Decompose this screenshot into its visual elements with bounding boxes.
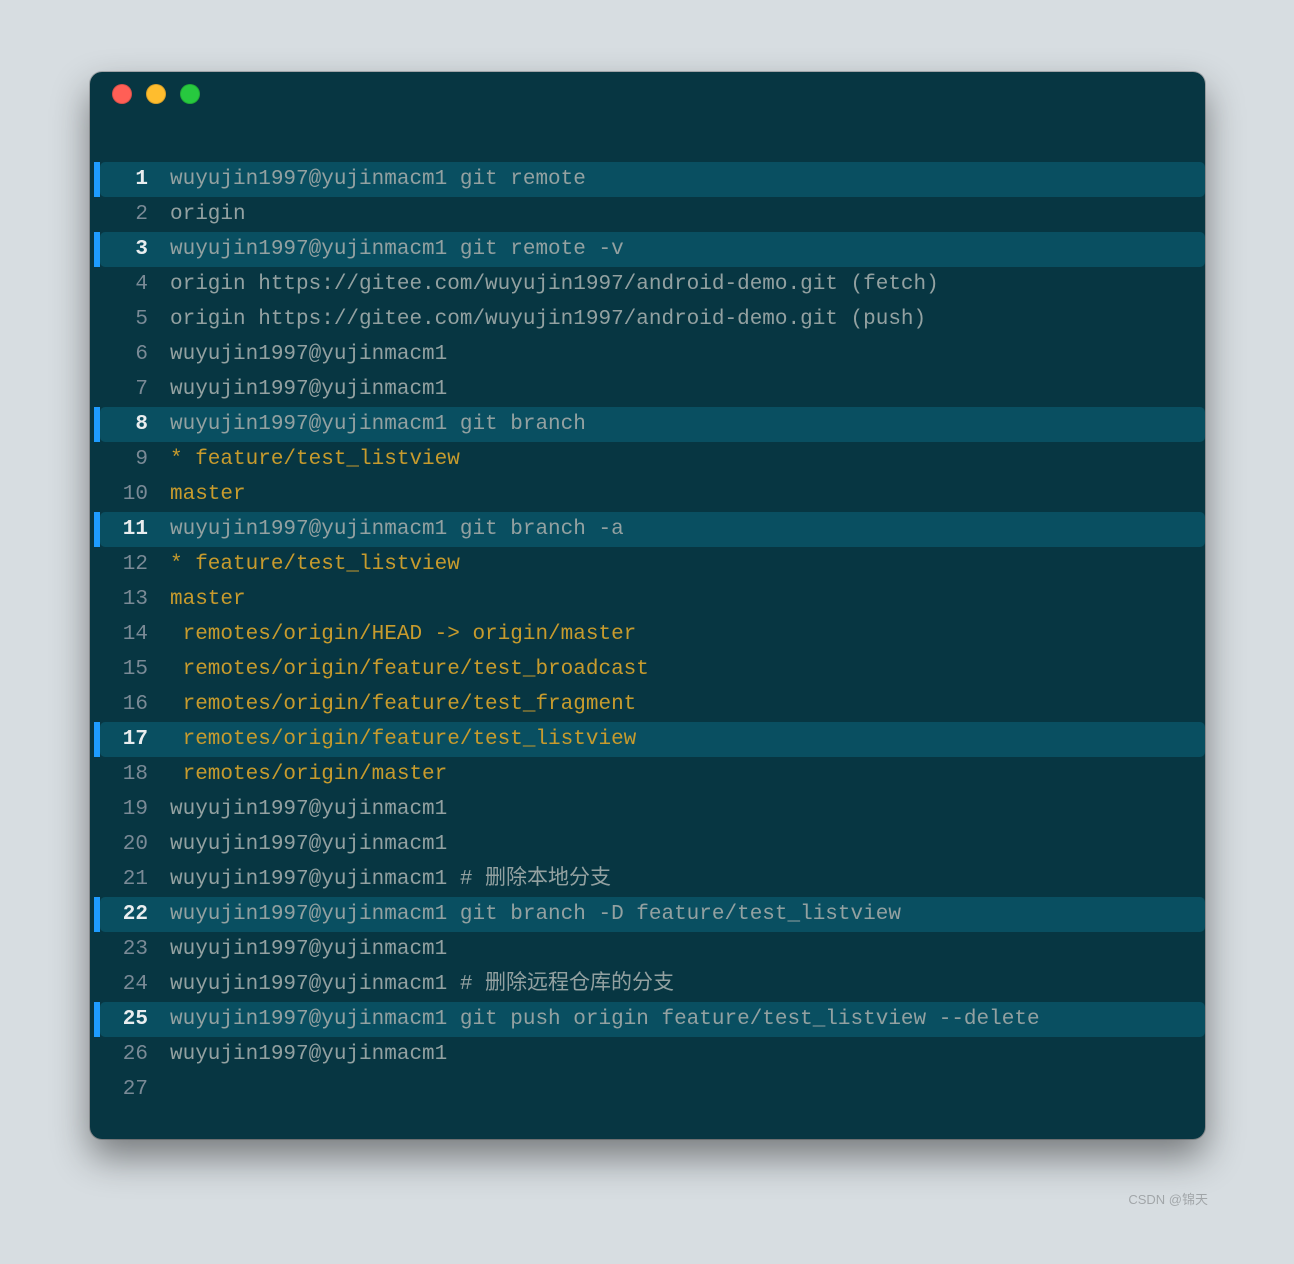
line-text: wuyujin1997@yujinmacm1 [170,1037,1205,1072]
line-number: 10 [100,477,156,512]
code-line[interactable]: 25 wuyujin1997@yujinmacm1 git push origin… [90,1002,1205,1037]
line-text: master [170,582,1205,617]
line-number: 16 [100,687,156,722]
line-text: origin https://gitee.com/wuyujin1997/and… [170,302,1205,337]
watermark: CSDN @锦天 [1128,1189,1208,1208]
line-number: 13 [100,582,156,617]
line-number: 14 [100,617,156,652]
code-line[interactable]: 2 origin [90,197,1205,232]
code-line[interactable]: 13 master [90,582,1205,617]
code-line[interactable]: 27 [90,1072,1205,1107]
code-line[interactable]: 12 * feature/test_listview [90,547,1205,582]
code-line[interactable]: 11 wuyujin1997@yujinmacm1 git branch -a [90,512,1205,547]
code-line[interactable]: 19 wuyujin1997@yujinmacm1 [90,792,1205,827]
line-number: 1 [100,162,156,197]
code-line[interactable]: 23 wuyujin1997@yujinmacm1 [90,932,1205,967]
titlebar [90,72,1205,116]
line-number: 27 [100,1072,156,1107]
code-line[interactable]: 9 * feature/test_listview [90,442,1205,477]
code-line[interactable]: 14 remotes/origin/HEAD -> origin/master [90,617,1205,652]
line-number: 8 [100,407,156,442]
line-number: 25 [100,1002,156,1037]
line-text: wuyujin1997@yujinmacm1 [170,827,1205,862]
window-close-button[interactable] [112,84,132,104]
line-number: 15 [100,652,156,687]
line-number: 11 [100,512,156,547]
line-text: wuyujin1997@yujinmacm1 [170,932,1205,967]
line-text: origin [170,197,1205,232]
code-line[interactable]: 24 wuyujin1997@yujinmacm1 # 删除远程仓库的分支 [90,967,1205,1002]
code-line[interactable]: 3 wuyujin1997@yujinmacm1 git remote -v [90,232,1205,267]
line-text: master [170,477,1205,512]
line-number: 4 [100,267,156,302]
line-number: 18 [100,757,156,792]
terminal-window: 1 wuyujin1997@yujinmacm1 git remote 2 origi… [90,72,1205,1139]
code-line[interactable]: 18 remotes/origin/master [90,757,1205,792]
line-number: 24 [100,967,156,1002]
line-text: wuyujin1997@yujinmacm1 git remote [170,162,1205,197]
line-text: * feature/test_listview [170,547,1205,582]
code-line[interactable]: 22 wuyujin1997@yujinmacm1 git branch -D f… [90,897,1205,932]
line-number: 20 [100,827,156,862]
line-number: 17 [100,722,156,757]
line-text: * feature/test_listview [170,442,1205,477]
code-line[interactable]: 15 remotes/origin/feature/test_broadcast [90,652,1205,687]
line-text: wuyujin1997@yujinmacm1 [170,337,1205,372]
line-number: 21 [100,862,156,897]
line-number: 12 [100,547,156,582]
window-minimize-button[interactable] [146,84,166,104]
line-number: 5 [100,302,156,337]
line-number: 9 [100,442,156,477]
line-text: remotes/origin/feature/test_fragment [170,687,1205,722]
code-line[interactable]: 21 wuyujin1997@yujinmacm1 # 删除本地分支 [90,862,1205,897]
code-line[interactable]: 5 origin https://gitee.com/wuyujin1997/an… [90,302,1205,337]
line-text [170,1072,1205,1107]
line-text: wuyujin1997@yujinmacm1 [170,792,1205,827]
line-number: 22 [100,897,156,932]
line-text: wuyujin1997@yujinmacm1 git remote -v [170,232,1205,267]
window-zoom-button[interactable] [180,84,200,104]
line-number: 6 [100,337,156,372]
code-line[interactable]: 4 origin https://gitee.com/wuyujin1997/an… [90,267,1205,302]
line-number: 2 [100,197,156,232]
code-line[interactable]: 1 wuyujin1997@yujinmacm1 git remote [90,162,1205,197]
line-text: remotes/origin/master [170,757,1205,792]
code-line[interactable]: 17 remotes/origin/feature/test_listview [90,722,1205,757]
code-line[interactable]: 10 master [90,477,1205,512]
line-text: wuyujin1997@yujinmacm1 # 删除远程仓库的分支 [170,967,1205,1002]
code-line[interactable]: 26 wuyujin1997@yujinmacm1 [90,1037,1205,1072]
line-number: 7 [100,372,156,407]
line-text: origin https://gitee.com/wuyujin1997/and… [170,267,1205,302]
line-text: remotes/origin/feature/test_broadcast [170,652,1205,687]
code-line[interactable]: 16 remotes/origin/feature/test_fragment [90,687,1205,722]
line-number: 3 [100,232,156,267]
line-text: remotes/origin/HEAD -> origin/master [170,617,1205,652]
line-number: 19 [100,792,156,827]
line-number: 23 [100,932,156,967]
line-text: wuyujin1997@yujinmacm1 [170,372,1205,407]
line-text: wuyujin1997@yujinmacm1 git branch -D fea… [170,897,1205,932]
line-text: wuyujin1997@yujinmacm1 git branch [170,407,1205,442]
code-line[interactable]: 7 wuyujin1997@yujinmacm1 [90,372,1205,407]
code-line[interactable]: 6 wuyujin1997@yujinmacm1 [90,337,1205,372]
code-line[interactable]: 8 wuyujin1997@yujinmacm1 git branch [90,407,1205,442]
line-text: wuyujin1997@yujinmacm1 git push origin f… [170,1002,1205,1037]
code-area[interactable]: 1 wuyujin1997@yujinmacm1 git remote 2 origi… [90,116,1205,1139]
line-text: remotes/origin/feature/test_listview [170,722,1205,757]
line-text: wuyujin1997@yujinmacm1 # 删除本地分支 [170,862,1205,897]
code-line[interactable]: 20 wuyujin1997@yujinmacm1 [90,827,1205,862]
line-text: wuyujin1997@yujinmacm1 git branch -a [170,512,1205,547]
line-number: 26 [100,1037,156,1072]
